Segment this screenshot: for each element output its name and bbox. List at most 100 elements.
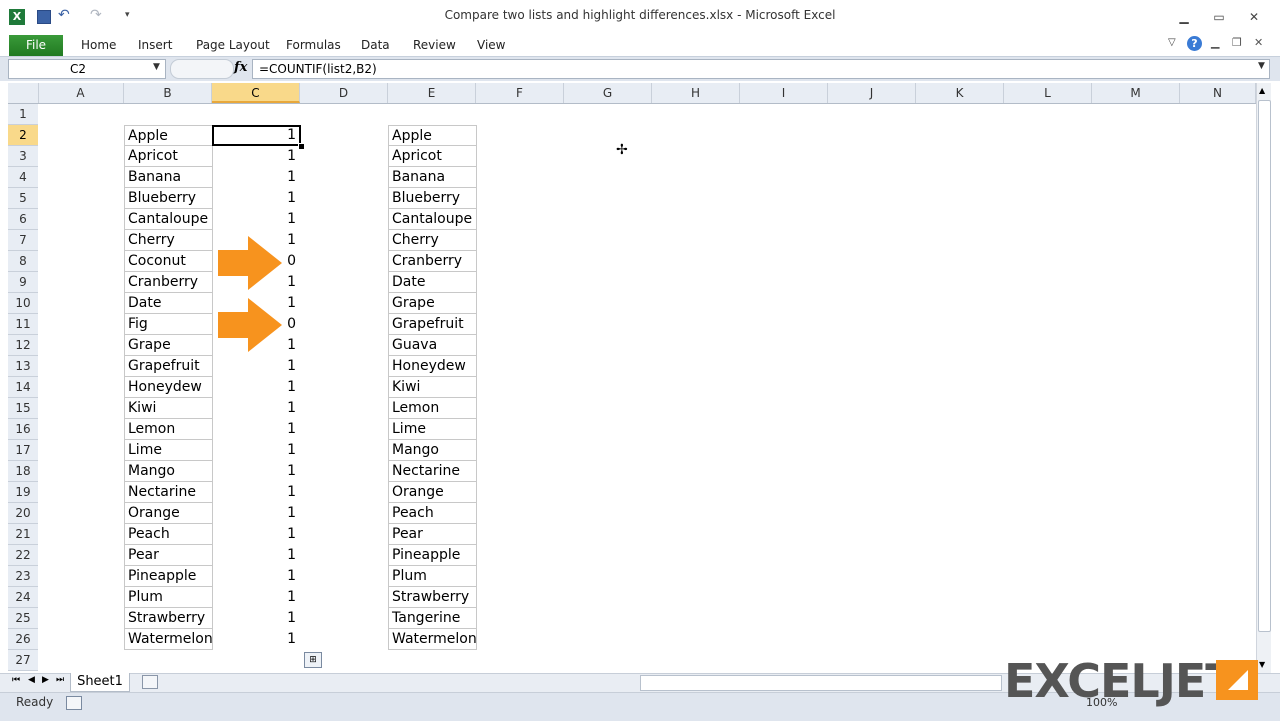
- cell-c13[interactable]: 1: [213, 356, 300, 377]
- cell-b16[interactable]: Lemon: [124, 419, 213, 440]
- row-header-22[interactable]: 22: [8, 545, 38, 566]
- cell-e22[interactable]: Pineapple: [388, 545, 477, 566]
- cell-b3[interactable]: Apricot: [124, 146, 213, 167]
- tab-insert[interactable]: Insert: [138, 38, 172, 52]
- cell-b8[interactable]: Coconut: [124, 251, 213, 272]
- cell-b4[interactable]: Banana: [124, 167, 213, 188]
- cell-c4[interactable]: 1: [213, 167, 300, 188]
- cell-b5[interactable]: Blueberry: [124, 188, 213, 209]
- row-header-6[interactable]: 6: [8, 209, 38, 230]
- cell-e25[interactable]: Tangerine: [388, 608, 477, 629]
- row-header-21[interactable]: 21: [8, 524, 38, 545]
- cell-b23[interactable]: Pineapple: [124, 566, 213, 587]
- cell-b12[interactable]: Grape: [124, 335, 213, 356]
- cell-b13[interactable]: Grapefruit: [124, 356, 213, 377]
- column-header-f[interactable]: F: [476, 83, 564, 103]
- tab-file[interactable]: File: [9, 35, 63, 56]
- formula-bar-splitter[interactable]: [170, 59, 234, 79]
- row-header-4[interactable]: 4: [8, 167, 38, 188]
- tab-view[interactable]: View: [477, 38, 505, 52]
- cell-e17[interactable]: Mango: [388, 440, 477, 461]
- cell-e21[interactable]: Pear: [388, 524, 477, 545]
- prev-sheet-icon[interactable]: ◀: [28, 675, 35, 685]
- cell-e4[interactable]: Banana: [388, 167, 477, 188]
- minimize-button[interactable]: ▁: [1170, 8, 1198, 26]
- maximize-button[interactable]: ▭: [1205, 8, 1233, 26]
- cell-b18[interactable]: Mango: [124, 461, 213, 482]
- cell-c22[interactable]: 1: [213, 545, 300, 566]
- row-header-23[interactable]: 23: [8, 566, 38, 587]
- row-header-26[interactable]: 26: [8, 629, 38, 650]
- column-header-i[interactable]: I: [740, 83, 828, 103]
- cell-b25[interactable]: Strawberry: [124, 608, 213, 629]
- scroll-down-icon[interactable]: ▼: [1259, 660, 1265, 669]
- macro-record-icon[interactable]: [66, 696, 82, 710]
- ribbon-collapse-icon[interactable]: ▽: [1168, 37, 1176, 48]
- cell-b6[interactable]: Cantaloupe: [124, 209, 213, 230]
- tab-review[interactable]: Review: [413, 38, 456, 52]
- cell-e20[interactable]: Peach: [388, 503, 477, 524]
- cell-b22[interactable]: Pear: [124, 545, 213, 566]
- cell-e7[interactable]: Cherry: [388, 230, 477, 251]
- cell-c18[interactable]: 1: [213, 461, 300, 482]
- cell-c15[interactable]: 1: [213, 398, 300, 419]
- column-header-k[interactable]: K: [916, 83, 1004, 103]
- row-header-7[interactable]: 7: [8, 230, 38, 251]
- cell-b17[interactable]: Lime: [124, 440, 213, 461]
- cell-e15[interactable]: Lemon: [388, 398, 477, 419]
- cell-e23[interactable]: Plum: [388, 566, 477, 587]
- column-header-l[interactable]: L: [1004, 83, 1092, 103]
- row-header-12[interactable]: 12: [8, 335, 38, 356]
- workbook-close-button[interactable]: ✕: [1254, 36, 1263, 49]
- cell-b14[interactable]: Honeydew: [124, 377, 213, 398]
- tab-data[interactable]: Data: [361, 38, 390, 52]
- cell-e6[interactable]: Cantaloupe: [388, 209, 477, 230]
- cell-e14[interactable]: Kiwi: [388, 377, 477, 398]
- column-header-d[interactable]: D: [300, 83, 388, 103]
- cell-c6[interactable]: 1: [213, 209, 300, 230]
- cell-e16[interactable]: Lime: [388, 419, 477, 440]
- cell-e9[interactable]: Date: [388, 272, 477, 293]
- cell-e11[interactable]: Grapefruit: [388, 314, 477, 335]
- row-header-13[interactable]: 13: [8, 356, 38, 377]
- cell-e2[interactable]: Apple: [388, 125, 477, 146]
- scroll-up-icon[interactable]: ▲: [1259, 86, 1265, 95]
- column-header-n[interactable]: N: [1180, 83, 1256, 103]
- row-header-5[interactable]: 5: [8, 188, 38, 209]
- sheet-tab-sheet1[interactable]: Sheet1: [70, 673, 130, 692]
- formula-input[interactable]: [252, 59, 1270, 79]
- horizontal-scrollbar[interactable]: [640, 675, 1002, 691]
- cell-c16[interactable]: 1: [213, 419, 300, 440]
- fill-handle[interactable]: [298, 143, 305, 150]
- row-header-10[interactable]: 10: [8, 293, 38, 314]
- workbook-minimize-button[interactable]: ▁: [1211, 36, 1219, 49]
- cell-e26[interactable]: Watermelon: [388, 629, 477, 650]
- row-header-25[interactable]: 25: [8, 608, 38, 629]
- row-header-3[interactable]: 3: [8, 146, 38, 167]
- cell-c17[interactable]: 1: [213, 440, 300, 461]
- cell-c5[interactable]: 1: [213, 188, 300, 209]
- cell-b11[interactable]: Fig: [124, 314, 213, 335]
- cell-b2[interactable]: Apple: [124, 125, 213, 146]
- cell-e24[interactable]: Strawberry: [388, 587, 477, 608]
- column-header-b[interactable]: B: [124, 83, 212, 103]
- row-header-24[interactable]: 24: [8, 587, 38, 608]
- cell-e13[interactable]: Honeydew: [388, 356, 477, 377]
- column-header-m[interactable]: M: [1092, 83, 1180, 103]
- row-header-15[interactable]: 15: [8, 398, 38, 419]
- row-header-8[interactable]: 8: [8, 251, 38, 272]
- tab-page-layout[interactable]: Page Layout: [196, 38, 270, 52]
- cell-b26[interactable]: Watermelon: [124, 629, 213, 650]
- cell-b10[interactable]: Date: [124, 293, 213, 314]
- cell-c24[interactable]: 1: [213, 587, 300, 608]
- row-header-17[interactable]: 17: [8, 440, 38, 461]
- cell-e10[interactable]: Grape: [388, 293, 477, 314]
- cell-e3[interactable]: Apricot: [388, 146, 477, 167]
- row-header-20[interactable]: 20: [8, 503, 38, 524]
- cell-b21[interactable]: Peach: [124, 524, 213, 545]
- row-header-9[interactable]: 9: [8, 272, 38, 293]
- column-header-e[interactable]: E: [388, 83, 476, 103]
- cell-e5[interactable]: Blueberry: [388, 188, 477, 209]
- row-header-16[interactable]: 16: [8, 419, 38, 440]
- vertical-scroll-thumb[interactable]: [1258, 100, 1271, 632]
